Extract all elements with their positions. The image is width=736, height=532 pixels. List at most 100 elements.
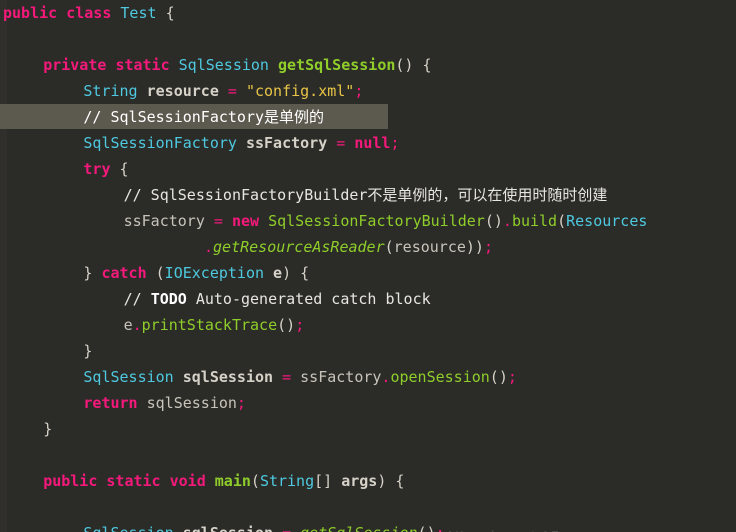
code-token: public: [3, 4, 58, 22]
code-token: //: [123, 290, 151, 308]
code-line[interactable]: public static void main(String[] args) {: [0, 468, 736, 494]
code-token: IOException: [164, 264, 265, 282]
code-token: openSession: [390, 368, 490, 386]
code-token: []: [314, 472, 333, 490]
code-line[interactable]: // SqlSessionFactoryBuilder不是单例的，可以在使用时随…: [0, 182, 736, 208]
code-token: ;: [295, 316, 305, 334]
code-line[interactable]: public class Test {: [0, 0, 736, 26]
code-line[interactable]: try {: [0, 156, 736, 182]
code-token: SqlSessionFactory: [83, 134, 237, 152]
code-token: String: [83, 82, 138, 100]
code-token: void: [169, 472, 206, 490]
code-token: =: [227, 82, 237, 100]
code-token: main: [214, 472, 251, 490]
code-line[interactable]: [0, 26, 736, 52]
code-lines-container[interactable]: public class Test { private static SqlSes…: [0, 0, 736, 532]
code-line[interactable]: return sqlSession;: [0, 390, 736, 416]
code-token: SqlSession: [83, 368, 174, 386]
code-line[interactable]: // SqlSessionFactory是单例的: [0, 104, 736, 130]
code-token: getResourceAsReader: [213, 238, 385, 256]
code-line[interactable]: }: [0, 416, 736, 442]
code-token: (: [384, 238, 394, 256]
code-token: SqlSession: [83, 524, 173, 532]
code-token: SqlSessionFactoryBuilder: [268, 212, 485, 230]
code-token: new: [231, 212, 260, 230]
code-token: SqlSession: [178, 56, 269, 74]
code-line[interactable]: }: [0, 338, 736, 364]
code-line[interactable]: SqlSession sqlSession = ssFactory.openSe…: [0, 364, 736, 390]
code-token: }: [83, 342, 93, 360]
code-line[interactable]: [0, 442, 736, 468]
code-token: ): [282, 264, 292, 282]
code-token: catch: [101, 264, 147, 282]
code-token: =: [213, 212, 223, 230]
code-token: try: [83, 160, 111, 178]
code-line[interactable]: [0, 494, 736, 520]
code-line[interactable]: ssFactory = new SqlSessionFactoryBuilder…: [0, 208, 736, 234]
code-token: Auto-generated catch block: [186, 290, 431, 308]
code-token: (): [418, 524, 436, 532]
code-token: sqlSession: [183, 524, 273, 532]
code-token: ssFactory: [123, 212, 205, 230]
code-token: ;: [483, 238, 493, 256]
code-token: (): [484, 212, 503, 230]
code-line[interactable]: SqlSession sqlSession = getSqlSession();: [0, 520, 736, 532]
code-line[interactable]: .getResourceAsReader(resource));: [0, 234, 736, 260]
code-token: // SqlSessionFactory是单例的: [83, 108, 325, 126]
code-token: .: [204, 238, 214, 256]
code-token: null: [354, 134, 391, 152]
code-token: Resources: [566, 212, 648, 230]
code-token: // SqlSessionFactoryBuilder不是单例的，可以在使用时随…: [123, 186, 608, 204]
code-token: (: [557, 212, 567, 230]
code-token: e: [273, 264, 283, 282]
code-line[interactable]: SqlSessionFactory ssFactory = null;: [0, 130, 736, 156]
code-token: public: [43, 472, 98, 490]
code-token: TODO: [150, 290, 187, 308]
code-token: (: [155, 264, 165, 282]
code-line[interactable]: String resource = "config.xml";: [0, 78, 736, 104]
code-token: ssFactory: [300, 368, 382, 386]
code-token: ;: [236, 394, 246, 412]
code-token: args: [341, 472, 378, 490]
code-editor[interactable]: public class Test { private static SqlSes…: [0, 0, 736, 532]
code-token: getSqlSession: [300, 524, 417, 532]
code-line[interactable]: } catch (IOException e) {: [0, 260, 736, 286]
code-token: static: [106, 472, 161, 490]
code-line[interactable]: e.printStackTrace();: [0, 312, 736, 338]
code-token: e: [123, 316, 133, 334]
code-token: ;: [354, 82, 364, 100]
code-token: ;: [507, 368, 517, 386]
code-token: )): [465, 238, 484, 256]
code-token: getSqlSession: [278, 56, 396, 74]
code-token: {: [119, 160, 129, 178]
code-token: String: [259, 472, 315, 490]
code-token: ;: [436, 524, 445, 532]
code-line[interactable]: private static SqlSession getSqlSession(…: [0, 52, 736, 78]
code-token: return: [83, 394, 138, 412]
code-line[interactable]: // TODO Auto-generated catch block: [0, 286, 736, 312]
code-token: }: [43, 420, 53, 438]
code-token: class: [66, 4, 112, 22]
